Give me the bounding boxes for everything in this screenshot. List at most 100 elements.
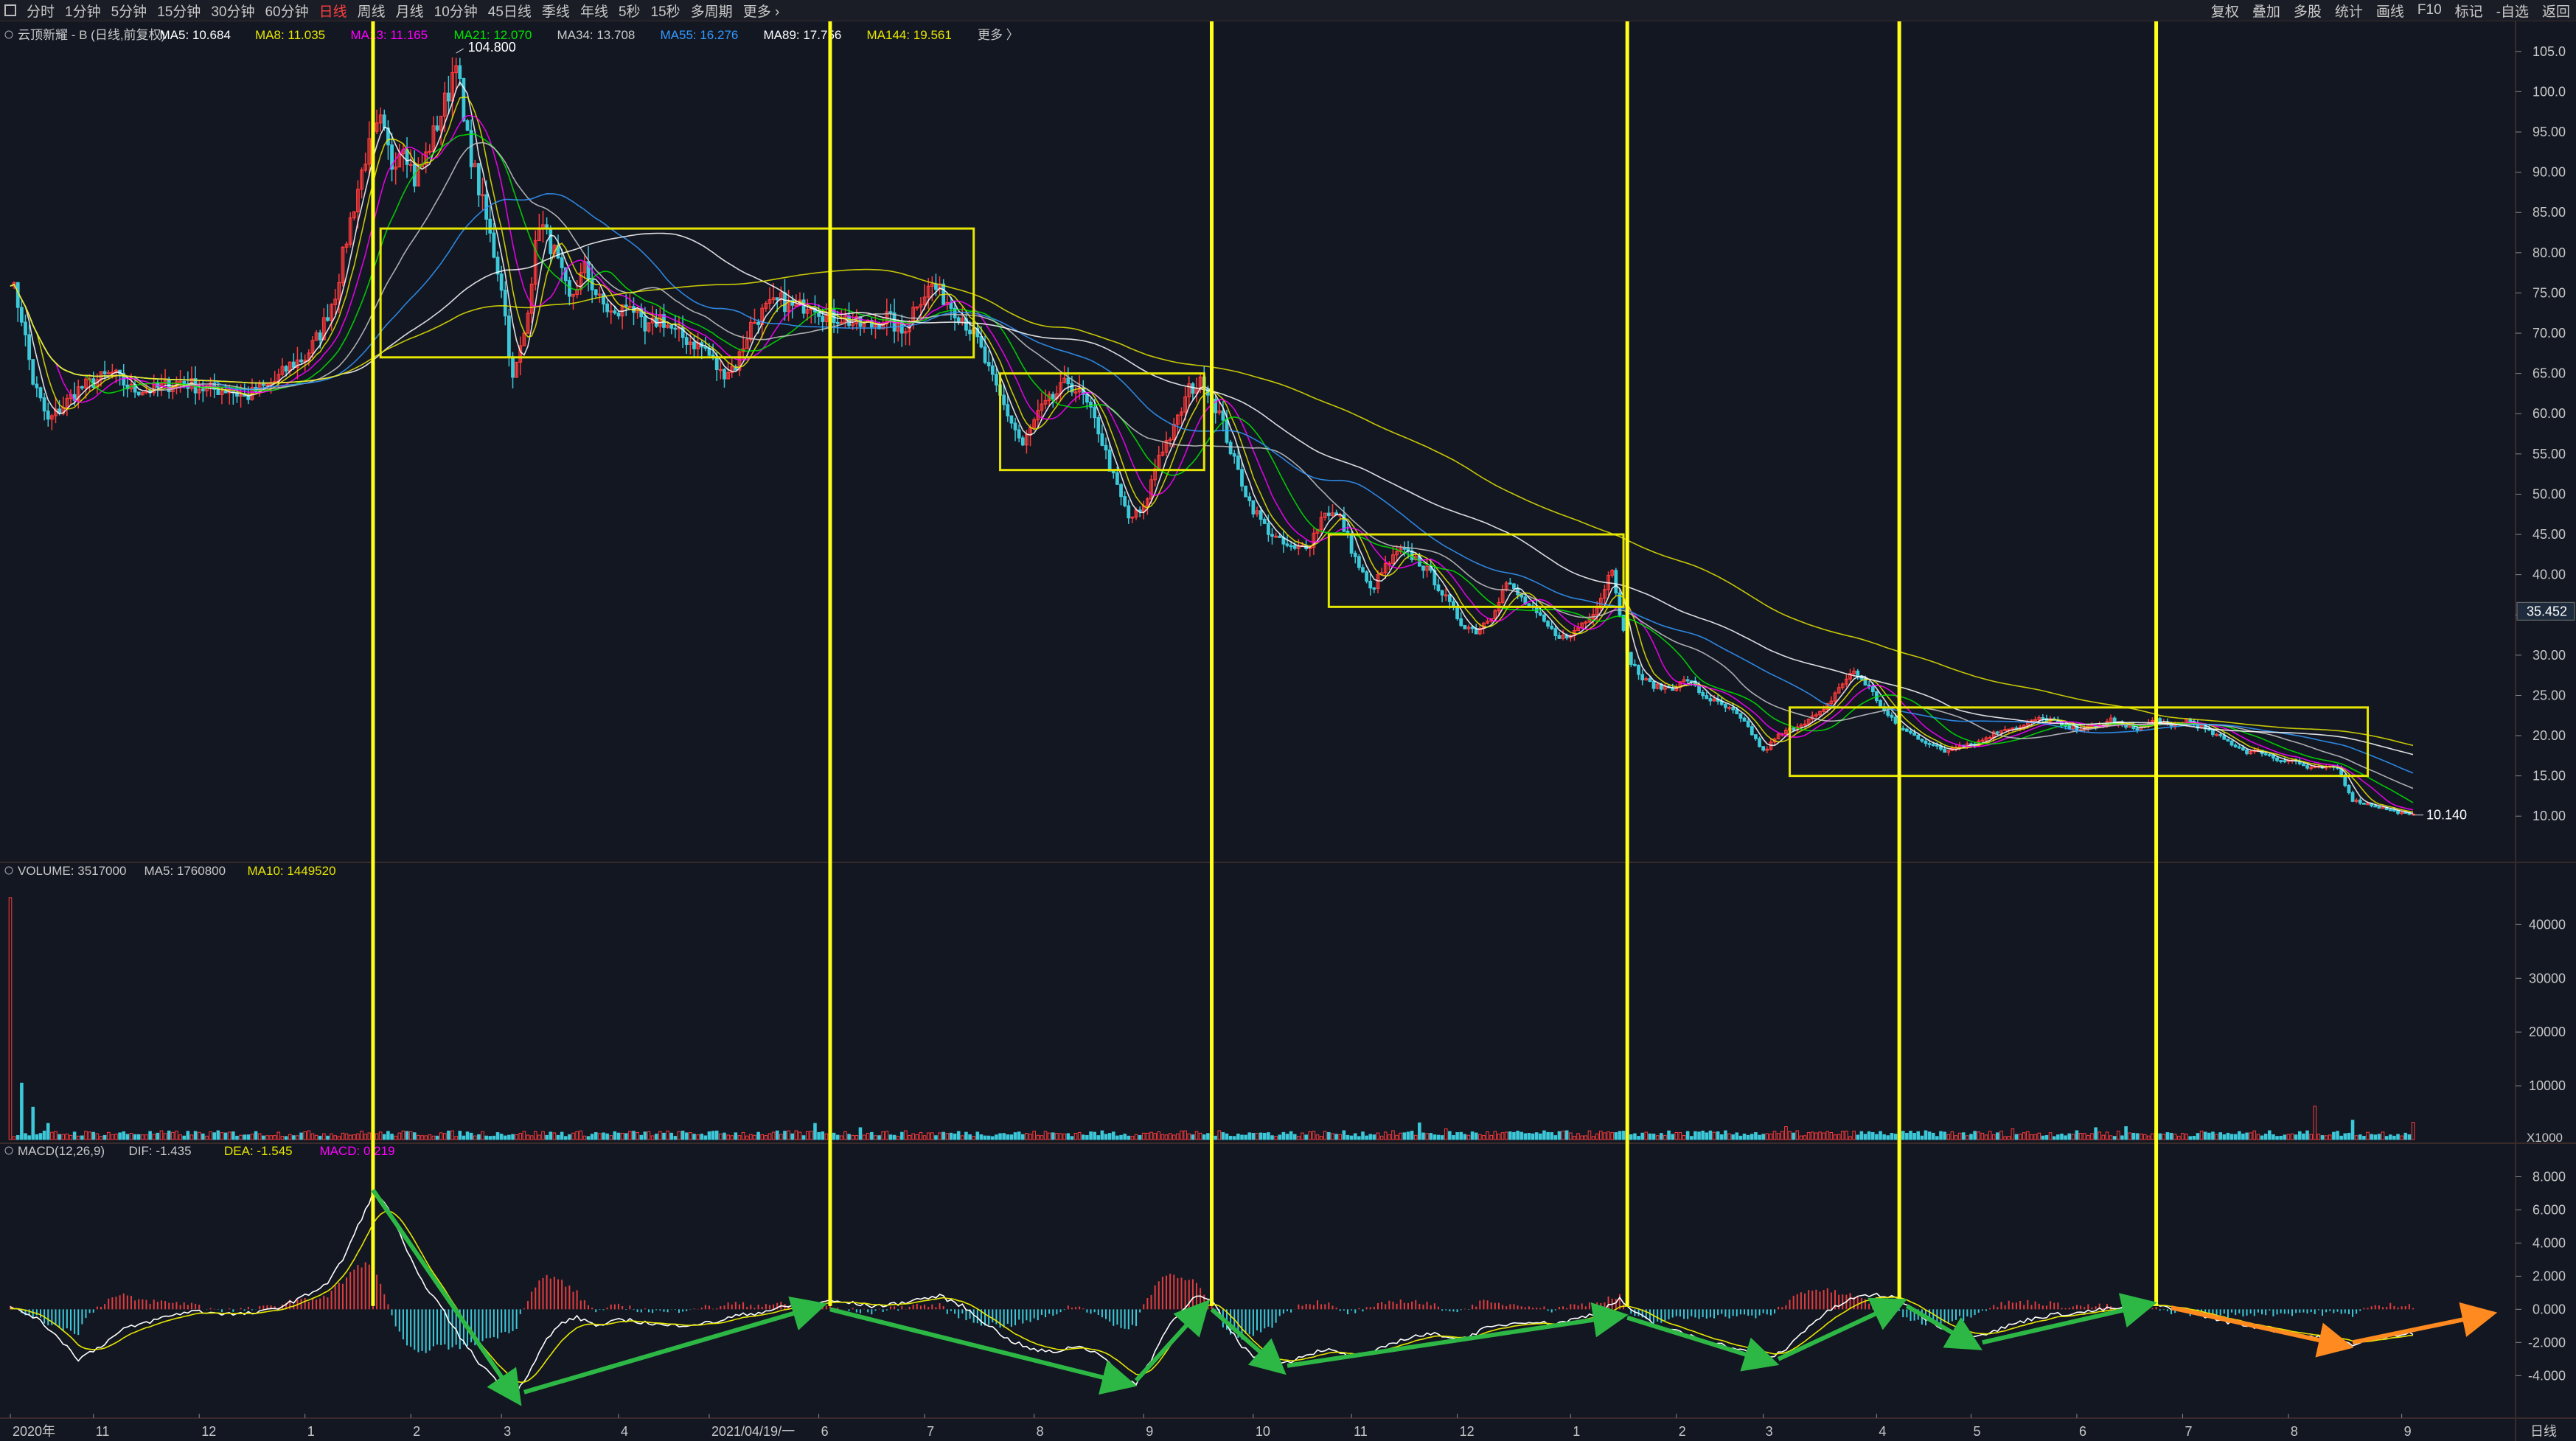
tool-button-3[interactable]: 统计 <box>2335 1 2363 21</box>
period-tab-11[interactable]: 季线 <box>542 1 570 21</box>
candle-body <box>995 374 998 385</box>
volume-bar <box>1508 1131 1512 1140</box>
volume-bar <box>326 1135 330 1140</box>
period-tab-7[interactable]: 周线 <box>358 1 386 21</box>
candle-body <box>1931 744 1935 747</box>
volume-bar <box>156 1132 160 1140</box>
volume-bar <box>593 1132 598 1140</box>
candle-body <box>2267 754 2272 756</box>
volume-bar <box>495 1132 500 1140</box>
volume-bar <box>503 1135 507 1140</box>
period-tab-15[interactable]: 多周期 <box>691 1 733 21</box>
tool-button-4[interactable]: 画线 <box>2376 1 2404 21</box>
volume-bar <box>1214 1135 1217 1140</box>
volume-bar <box>2131 1132 2136 1140</box>
volume-bar <box>182 1135 187 1140</box>
period-tab-8[interactable]: 月线 <box>396 1 424 21</box>
legend-item: MA13: 11.165 <box>351 28 428 42</box>
volume-tick-label: 10000 <box>2529 1078 2566 1093</box>
volume-bar <box>2336 1131 2339 1140</box>
volume-bar <box>1270 1135 1274 1140</box>
x-axis-label: 3 <box>504 1424 511 1439</box>
candle-body <box>1228 442 1233 455</box>
volume-bar <box>1637 1136 1640 1140</box>
legend-item: MACD: 0.219 <box>320 1144 395 1158</box>
volume-bar <box>38 1133 43 1140</box>
period-tab-4[interactable]: 30分钟 <box>211 1 254 21</box>
period-tab-6[interactable]: 日线 <box>319 1 347 21</box>
volume-bar <box>1459 1131 1463 1140</box>
tool-button-6[interactable]: 标记 <box>2455 1 2483 21</box>
candle-body <box>477 163 481 196</box>
tool-button-1[interactable]: 叠加 <box>2252 1 2280 21</box>
candle-body <box>27 334 32 360</box>
volume-bar <box>148 1131 152 1140</box>
period-tab-14[interactable]: 15秒 <box>651 1 680 21</box>
period-tab-10[interactable]: 45日线 <box>488 1 532 21</box>
volume-bar <box>673 1136 678 1140</box>
candle-body <box>1066 377 1071 385</box>
candle-body <box>821 315 825 322</box>
volume-bar <box>27 1135 31 1140</box>
period-tab-2[interactable]: 5分钟 <box>111 1 147 21</box>
candle-body <box>673 327 678 330</box>
volume-bar <box>1516 1131 1520 1140</box>
volume-bar <box>1402 1132 1407 1140</box>
tool-button-0[interactable]: 复权 <box>2211 1 2239 21</box>
volume-bar <box>556 1134 560 1140</box>
period-tab-9[interactable]: 10分钟 <box>434 1 478 21</box>
candle-body <box>42 397 46 412</box>
volume-bar <box>549 1131 553 1140</box>
volume-bar <box>684 1132 689 1140</box>
volume-bar <box>413 1132 417 1140</box>
tool-button-2[interactable]: 多股 <box>2294 1 2322 21</box>
volume-bar <box>1557 1131 1562 1140</box>
volume-bar <box>216 1130 220 1140</box>
candle-body <box>80 386 84 389</box>
volume-bar <box>703 1135 708 1140</box>
candle-body <box>560 257 564 268</box>
price-tick-label: 60.00 <box>2533 406 2566 421</box>
candle-body <box>382 114 386 129</box>
candle-body <box>1742 717 1747 722</box>
volume-bar <box>714 1130 719 1140</box>
candle-body <box>1890 714 1894 718</box>
window-icon[interactable] <box>4 4 16 16</box>
candle-body <box>1640 674 1645 681</box>
volume-bar <box>2238 1131 2241 1140</box>
period-tab-3[interactable]: 15分钟 <box>157 1 201 21</box>
volume-bar <box>318 1135 322 1140</box>
period-tab-16[interactable]: 更多 › <box>743 1 780 21</box>
stock-chart[interactable]: 105.0100.095.0090.0085.0080.0075.0070.00… <box>0 21 2576 1441</box>
volume-bar <box>1096 1135 1101 1140</box>
candle-body <box>990 365 995 375</box>
candle-body <box>299 359 303 363</box>
volume-bar <box>15 1135 20 1140</box>
candle-body <box>783 292 787 313</box>
tool-button-5[interactable]: F10 <box>2417 2 2442 18</box>
x-axis-label: 11 <box>96 1424 110 1439</box>
candle-body <box>775 297 779 301</box>
period-tab-12[interactable]: 年线 <box>580 1 608 21</box>
candle-body <box>1262 518 1267 524</box>
volume-bar <box>284 1136 288 1140</box>
candle-body <box>1357 556 1361 568</box>
x-axis-label: 12 <box>1460 1424 1475 1439</box>
volume-bar <box>2339 1135 2343 1140</box>
candle-body <box>2305 765 2309 769</box>
period-tab-5[interactable]: 60分钟 <box>265 1 308 21</box>
volume-bar <box>1693 1131 1697 1140</box>
period-tab-1[interactable]: 1分钟 <box>65 1 101 21</box>
volume-bar <box>1931 1132 1935 1140</box>
volume-bar <box>1671 1134 1674 1140</box>
price-tick-label: 30.00 <box>2533 648 2566 663</box>
period-tab-0[interactable]: 分时 <box>27 1 55 21</box>
tool-button-8[interactable]: 返回 <box>2542 1 2570 21</box>
volume-bar <box>1013 1132 1017 1140</box>
volume-bar <box>102 1134 107 1140</box>
volume-bar <box>447 1130 450 1140</box>
tool-button-7[interactable]: -自选 <box>2496 1 2529 21</box>
x-axis-label: 4 <box>621 1424 628 1439</box>
period-tab-13[interactable]: 5秒 <box>619 1 641 21</box>
x-axis-label: 10 <box>1256 1424 1270 1439</box>
